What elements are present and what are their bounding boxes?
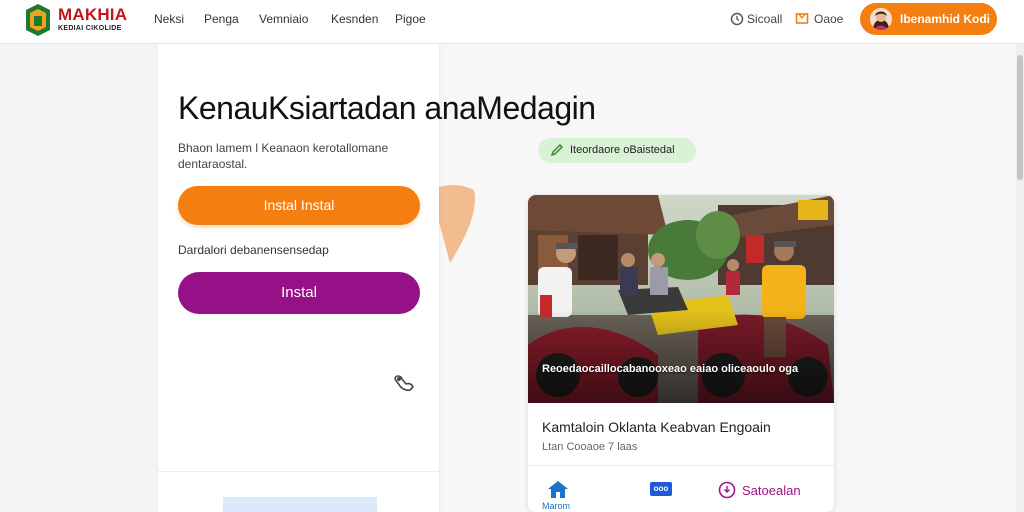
home-tab-label[interactable]: Marom [542,501,570,511]
status-tag-label: Iteordaore oBaistedal [570,144,675,156]
profile-label: Ibenamhid Kodi [900,12,990,26]
hero-description: Bhaon lamem l Keanaon kerotallomane dent… [178,141,389,171]
page-title: KenauKsiartadan anaMedagin [178,90,596,126]
card-title: Kamtaloin Oklanta Keabvan Engoain [542,419,771,435]
scrollbar-thumb[interactable] [1017,55,1023,180]
card-meta: Ltan Cooaoe 7 laas [542,441,638,453]
profile-button[interactable]: Ibenamhid Kodi [860,3,997,35]
logo-title: MAKHIA [58,5,128,24]
home-icon[interactable] [546,479,570,499]
nav-item-3[interactable]: Vemniaio [259,12,308,26]
thumbnail-placeholder [223,497,377,512]
nav-item-5[interactable]: Pigoe [395,12,426,26]
status-tag[interactable]: Iteordaore oBaistedal [538,138,696,163]
card-divider [158,471,439,472]
nav-item-4[interactable]: Kesnden [331,12,378,26]
install-primary-button[interactable]: Instal Instal [178,186,420,225]
save-circle-icon[interactable] [718,481,736,499]
header-link-2[interactable]: Oaoe [814,12,843,26]
logo-subtitle: KEDIAI CIKOLIDE [58,25,122,32]
logo-mark-icon [26,4,50,36]
cart-icon[interactable] [795,12,809,26]
photo-caption: Reoedaocaillocabanooxeao eaiao oliceaoul… [542,363,799,375]
nav-item-1[interactable]: Neksi [154,12,184,26]
pen-icon [550,143,564,157]
card-action-divider [528,465,834,466]
top-header: MAKHIA KEDIAI CIKOLIDE Neksi Penga Vemni… [0,0,1024,44]
brand-logo[interactable]: MAKHIA KEDIAI CIKOLIDE [24,4,136,38]
install-button[interactable]: Instal [178,272,420,314]
media-card[interactable]: Reoedaocaillocabanooxeao eaiao oliceaoul… [528,195,834,512]
pointer-hand-icon [394,375,414,392]
badge-icon[interactable]: ooo [650,482,672,496]
clock-icon[interactable] [730,12,744,26]
secondary-label: Dardalori debanensensedap [178,243,329,257]
nav-item-2[interactable]: Penga [204,12,239,26]
header-link-1[interactable]: Sicoall [747,12,782,26]
avatar [870,8,892,30]
save-tab-label[interactable]: Satoealan [742,483,801,498]
